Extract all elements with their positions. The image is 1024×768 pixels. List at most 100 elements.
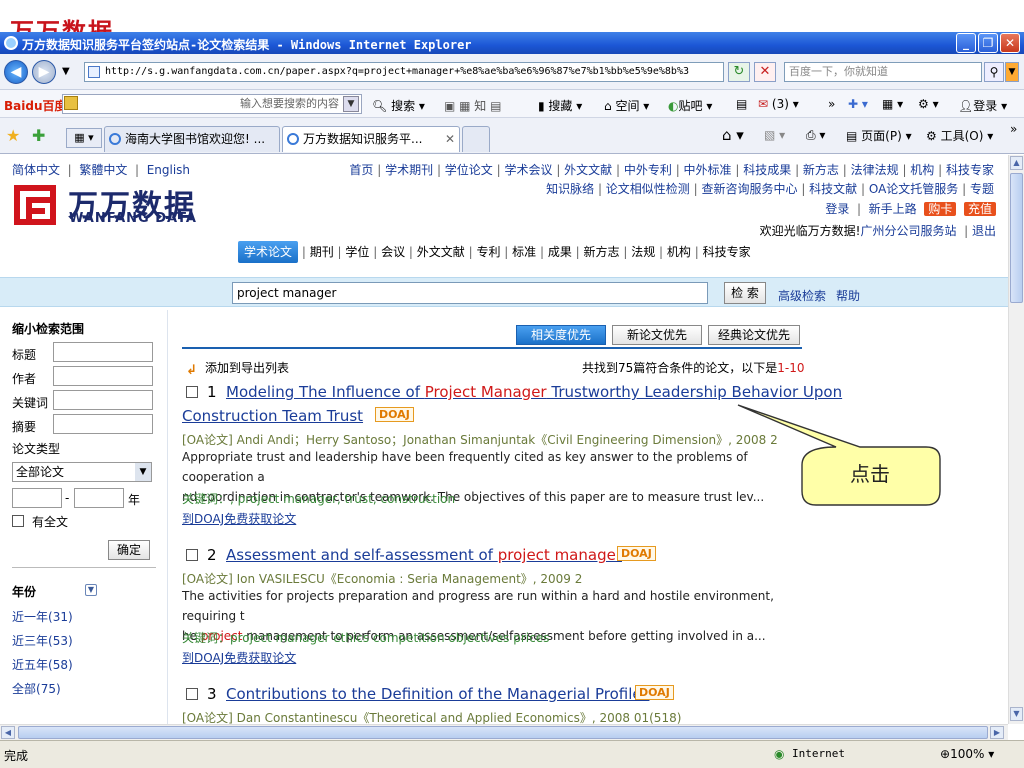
tab-close-icon[interactable]: ✕ [445, 127, 455, 151]
favorites-star-icon[interactable]: ★ [6, 126, 20, 145]
top-link2-2[interactable]: 查新咨询服务中心 [701, 182, 797, 196]
baidu-tool-icons[interactable]: ▣ ▦ 知 ▤ [444, 97, 501, 114]
scroll-right-icon[interactable]: ▶ [990, 726, 1004, 739]
top-link-11[interactable]: 科技专家 [946, 163, 994, 177]
site-search-input[interactable]: project manager [232, 282, 708, 304]
feeds-icon[interactable]: ▧ ▾ [764, 128, 785, 142]
quick-tabs-icon[interactable]: ▦ ▾ [66, 128, 102, 148]
category-tab-6[interactable]: 标准 [512, 241, 536, 263]
top-link2-3[interactable]: 科技文献 [809, 182, 857, 196]
history-dropdown-icon[interactable]: ▼ [62, 66, 70, 77]
new-tab-button[interactable] [462, 126, 490, 152]
result-3-title[interactable]: Contributions to the Definition of the M… [226, 685, 649, 703]
category-tab-1[interactable]: 期刊 [310, 241, 334, 263]
close-button[interactable]: ✕ [1000, 33, 1020, 53]
category-tab-7[interactable]: 成果 [548, 241, 572, 263]
browser-search-input[interactable]: 百度一下，你就知道 [784, 62, 982, 82]
top-link-3[interactable]: 学术会议 [504, 163, 552, 177]
top-link-9[interactable]: 法律法规 [851, 163, 899, 177]
toolbar-chevron-icon[interactable]: » [828, 97, 835, 111]
top-link-5[interactable]: 中外专利 [624, 163, 672, 177]
toolbar-add-icon[interactable]: ✚ ▾ [848, 97, 868, 111]
advanced-search-link[interactable]: 高级检索 [778, 287, 826, 304]
vertical-scroll-thumb[interactable] [1010, 173, 1023, 303]
minimize-button[interactable]: _ [956, 33, 976, 53]
lang-traditional[interactable]: 繁體中文 [79, 163, 127, 177]
category-tab-10[interactable]: 机构 [667, 241, 691, 263]
abstract-input[interactable] [53, 414, 153, 434]
add-favorites-icon[interactable]: ✚ [32, 126, 45, 145]
back-icon[interactable]: ◀ [4, 60, 28, 84]
scroll-left-icon[interactable]: ◀ [1, 726, 15, 739]
paper-type-select[interactable]: 全部论文 ▼ [12, 462, 152, 482]
category-tab-4[interactable]: 外文文献 [417, 241, 465, 263]
scroll-down-icon[interactable]: ▼ [1010, 707, 1023, 721]
baidu-search-button[interactable]: 🔍︎ 搜索 ▾ [372, 97, 425, 114]
top-link2-0[interactable]: 知识脉络 [546, 182, 594, 196]
stop-icon[interactable]: ✕ [754, 62, 776, 82]
tab-hainan-library[interactable]: 海南大学图书馆欢迎您! ... [104, 126, 280, 152]
keyword-input[interactable] [53, 390, 153, 410]
site-search-button[interactable]: 检 索 [724, 282, 766, 304]
lang-simplified[interactable]: 简体中文 [12, 163, 60, 177]
add-export-link[interactable]: 添加到导出列表 [205, 359, 289, 376]
forward-icon[interactable]: ▶ [32, 60, 56, 84]
category-tab-5[interactable]: 专利 [476, 241, 500, 263]
collapse-icon[interactable]: ▼ [85, 584, 97, 596]
result-1-checkbox[interactable] [186, 386, 198, 398]
scroll-up-icon[interactable]: ▲ [1010, 156, 1023, 170]
fulltext-checkbox[interactable] [12, 515, 24, 527]
home-icon[interactable]: ⌂ ▾ [722, 126, 744, 144]
restore-button[interactable]: ❐ [978, 33, 998, 53]
top-link-6[interactable]: 中外标准 [684, 163, 732, 177]
result-1-get-link[interactable]: 到DOAJ免费获取论文 [182, 510, 296, 527]
baidu-misc-icon[interactable]: ▤ [736, 97, 747, 111]
year-item-1[interactable]: 近一年(31) [12, 608, 73, 625]
result-1-title-line2[interactable]: Construction Team Trust [182, 407, 363, 425]
zoom-control[interactable]: ⊕100% ▾ [940, 747, 994, 761]
toolbar-overflow-icon[interactable]: » [1010, 122, 1017, 136]
org-link[interactable]: 广州分公司服务站 [860, 224, 956, 238]
toolbar-login-button[interactable]: 👤︎登录 ▾ [958, 97, 1007, 114]
year-item-5[interactable]: 近五年(58) [12, 656, 73, 673]
top-link-7[interactable]: 科技成果 [743, 163, 791, 177]
sort-classic-button[interactable]: 经典论文优先 [708, 325, 800, 345]
year-from-input[interactable] [12, 488, 62, 508]
horizontal-scrollbar[interactable]: ◀ ▶ [0, 724, 1008, 740]
category-tab-11[interactable]: 科技专家 [703, 241, 751, 263]
baidu-search-input[interactable]: 输入想要搜索的内容 ▼ [62, 94, 362, 114]
vertical-scrollbar[interactable]: ▲ ▼ [1008, 155, 1024, 724]
title-input[interactable] [53, 342, 153, 362]
sort-newest-button[interactable]: 新论文优先 [612, 325, 702, 345]
category-tab-3[interactable]: 会议 [381, 241, 405, 263]
category-tab-0[interactable]: 学术论文 [238, 241, 299, 263]
year-item-all[interactable]: 全部(75) [12, 680, 61, 697]
year-item-3[interactable]: 近三年(53) [12, 632, 73, 649]
newbie-link[interactable]: 新手上路 [869, 202, 917, 216]
tools-menu[interactable]: ⚙ 工具(O) ▾ [926, 127, 993, 144]
search-icon[interactable]: ⚲ [984, 62, 1004, 82]
top-link2-5[interactable]: 专题 [970, 182, 994, 196]
top-link-10[interactable]: 机构 [910, 163, 934, 177]
horizontal-scroll-thumb[interactable] [18, 726, 988, 739]
category-tab-2[interactable]: 学位 [345, 241, 369, 263]
category-tab-8[interactable]: 新方志 [584, 241, 620, 263]
login-link[interactable]: 登录 [825, 202, 849, 216]
top-link2-4[interactable]: OA论文托管服务 [869, 182, 958, 196]
lang-english[interactable]: English [147, 163, 190, 177]
search-options-icon[interactable]: ▼ [1005, 62, 1019, 82]
author-input[interactable] [53, 366, 153, 386]
top-link-8[interactable]: 新方志 [803, 163, 839, 177]
recharge-button[interactable]: 充值 [963, 202, 996, 216]
print-icon[interactable]: ⎙ ▾ [806, 128, 825, 143]
result-2-checkbox[interactable] [186, 549, 198, 561]
baidu-collect-button[interactable]: ▮ 搜藏 ▾ [538, 97, 582, 114]
refresh-icon[interactable]: ↻ [728, 62, 750, 82]
buy-card-button[interactable]: 购卡 [924, 202, 957, 216]
year-to-input[interactable] [74, 488, 124, 508]
top-link-0[interactable]: 首页 [349, 163, 373, 177]
result-2-title[interactable]: Assessment and self-assessment of projec… [226, 546, 622, 564]
baidu-space-button[interactable]: ⌂ 空间 ▾ [604, 97, 649, 114]
top-link-4[interactable]: 外文文献 [564, 163, 612, 177]
page-menu[interactable]: ▤ 页面(P) ▾ [846, 127, 912, 144]
